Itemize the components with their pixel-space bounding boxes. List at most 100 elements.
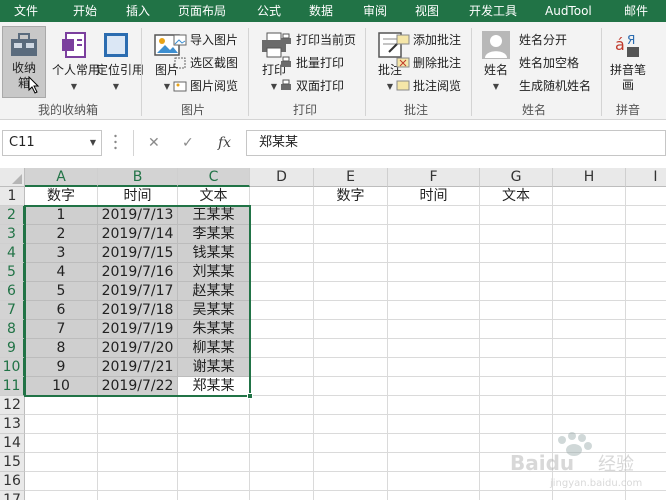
cell-a6[interactable]: 5	[25, 282, 98, 301]
cell-c2[interactable]: 王某某	[178, 206, 250, 225]
cell-d17[interactable]	[250, 491, 314, 500]
cell-c5[interactable]: 刘某某	[178, 263, 250, 282]
menu-formulas[interactable]: 公式	[257, 0, 281, 22]
cell-e7[interactable]	[314, 301, 388, 320]
row-header-13[interactable]: 13	[0, 415, 25, 434]
cell-e14[interactable]	[314, 434, 388, 453]
menu-audtool[interactable]: AudTool	[545, 0, 592, 22]
cell-d11[interactable]	[250, 377, 314, 396]
cell-i12[interactable]	[626, 396, 666, 415]
fill-handle[interactable]	[247, 393, 253, 399]
cell-a14[interactable]	[25, 434, 98, 453]
print-current-page-button[interactable]: 打印当前页	[296, 30, 356, 50]
cell-h17[interactable]	[553, 491, 626, 500]
cell-g9[interactable]	[480, 339, 553, 358]
column-header-c[interactable]: C	[178, 168, 250, 187]
column-header-g[interactable]: G	[480, 168, 553, 187]
cell-f15[interactable]	[388, 453, 480, 472]
row-header-8[interactable]: 8	[0, 320, 25, 339]
cell-b14[interactable]	[98, 434, 178, 453]
cell-f12[interactable]	[388, 396, 480, 415]
cell-a13[interactable]	[25, 415, 98, 434]
cell-d15[interactable]	[250, 453, 314, 472]
split-name-button[interactable]: 姓名分开	[519, 30, 567, 50]
cell-f13[interactable]	[388, 415, 480, 434]
column-header-b[interactable]: B	[98, 168, 178, 187]
cell-f6[interactable]	[388, 282, 480, 301]
cell-a12[interactable]	[25, 396, 98, 415]
row-header-3[interactable]: 3	[0, 225, 25, 244]
cell-f17[interactable]	[388, 491, 480, 500]
cell-a2[interactable]: 1	[25, 206, 98, 225]
cell-c1[interactable]: 文本	[178, 187, 250, 206]
cell-e11[interactable]	[314, 377, 388, 396]
random-name-button[interactable]: 生成随机姓名	[519, 76, 591, 96]
name-button[interactable]: 姓名 ▼	[478, 30, 514, 94]
cell-d1[interactable]	[250, 187, 314, 206]
column-header-e[interactable]: E	[314, 168, 388, 187]
cell-a17[interactable]	[25, 491, 98, 500]
row-header-11[interactable]: 11	[0, 377, 25, 396]
cell-b16[interactable]	[98, 472, 178, 491]
cell-i10[interactable]	[626, 358, 666, 377]
cell-h2[interactable]	[553, 206, 626, 225]
insert-function-icon[interactable]: fx	[218, 130, 231, 156]
cell-d16[interactable]	[250, 472, 314, 491]
cell-b10[interactable]: 2019/7/21	[98, 358, 178, 377]
cell-b5[interactable]: 2019/7/16	[98, 263, 178, 282]
cell-e9[interactable]	[314, 339, 388, 358]
cell-e6[interactable]	[314, 282, 388, 301]
cell-h6[interactable]	[553, 282, 626, 301]
cell-i3[interactable]	[626, 225, 666, 244]
cell-d9[interactable]	[250, 339, 314, 358]
cell-d13[interactable]	[250, 415, 314, 434]
cell-i17[interactable]	[626, 491, 666, 500]
cell-g3[interactable]	[480, 225, 553, 244]
cell-b2[interactable]: 2019/7/13	[98, 206, 178, 225]
import-picture-button[interactable]: 导入图片	[190, 30, 238, 50]
cell-h7[interactable]	[553, 301, 626, 320]
add-comment-button[interactable]: 添加批注	[413, 30, 461, 50]
cell-e12[interactable]	[314, 396, 388, 415]
column-header-h[interactable]: H	[553, 168, 626, 187]
cell-b1[interactable]: 时间	[98, 187, 178, 206]
cell-f16[interactable]	[388, 472, 480, 491]
name-box-dropdown-icon[interactable]: ▼	[90, 131, 96, 155]
cell-c9[interactable]: 柳某某	[178, 339, 250, 358]
cell-h11[interactable]	[553, 377, 626, 396]
cell-e15[interactable]	[314, 453, 388, 472]
cell-g10[interactable]	[480, 358, 553, 377]
cell-f1[interactable]: 时间	[388, 187, 480, 206]
duplex-print-button[interactable]: 双面打印	[296, 76, 344, 96]
cell-g17[interactable]	[480, 491, 553, 500]
cell-i7[interactable]	[626, 301, 666, 320]
cell-g5[interactable]	[480, 263, 553, 282]
row-header-2[interactable]: 2	[0, 206, 25, 225]
row-header-7[interactable]: 7	[0, 301, 25, 320]
cell-a11[interactable]: 10	[25, 377, 98, 396]
cell-e16[interactable]	[314, 472, 388, 491]
row-header-6[interactable]: 6	[0, 282, 25, 301]
cell-f8[interactable]	[388, 320, 480, 339]
cell-f5[interactable]	[388, 263, 480, 282]
cell-d8[interactable]	[250, 320, 314, 339]
cell-f7[interactable]	[388, 301, 480, 320]
cell-c7[interactable]: 吴某某	[178, 301, 250, 320]
row-header-12[interactable]: 12	[0, 396, 25, 415]
cell-a4[interactable]: 3	[25, 244, 98, 263]
cell-d3[interactable]	[250, 225, 314, 244]
cell-b9[interactable]: 2019/7/20	[98, 339, 178, 358]
cell-g1[interactable]: 文本	[480, 187, 553, 206]
cell-f2[interactable]	[388, 206, 480, 225]
column-header-i[interactable]: I	[626, 168, 666, 187]
cell-c16[interactable]	[178, 472, 250, 491]
cell-b15[interactable]	[98, 453, 178, 472]
row-header-17[interactable]: 17	[0, 491, 25, 500]
cell-g8[interactable]	[480, 320, 553, 339]
cell-i9[interactable]	[626, 339, 666, 358]
cell-c10[interactable]: 谢某某	[178, 358, 250, 377]
cell-h12[interactable]	[553, 396, 626, 415]
cell-a7[interactable]: 6	[25, 301, 98, 320]
menu-file[interactable]: 文件	[14, 0, 38, 22]
cell-e13[interactable]	[314, 415, 388, 434]
